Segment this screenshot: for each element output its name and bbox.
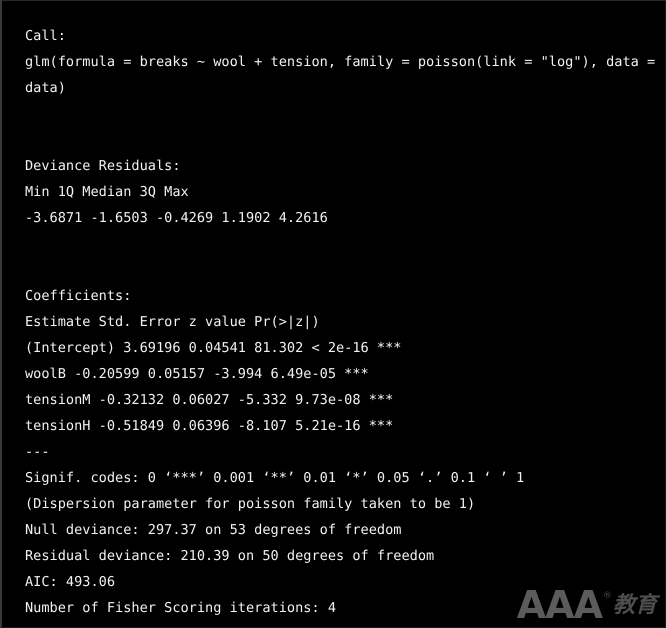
code-line: Deviance Residuals: [25, 158, 181, 174]
code-output-screen: Call: glm(formula = breaks ~ wool + tensi… [0, 0, 666, 628]
code-line: </code> [25, 621, 655, 627]
code-line: Number of Fisher Scoring iterations: 4 [25, 600, 336, 616]
code-line: Signif. codes: 0 ‘***’ 0.001 ‘**’ 0.01 ‘… [25, 470, 525, 486]
code-line: Null deviance: 297.37 on 53 degrees of f… [25, 522, 402, 538]
code-line: Estimate Std. Error z value Pr(>|z|) [25, 314, 320, 330]
code-line: AIC: 493.06 [25, 574, 116, 590]
code-line: Residual deviance: 210.39 on 50 degrees … [25, 548, 435, 564]
code-line: (Dispersion parameter for poisson family… [25, 496, 476, 512]
r-console-output[interactable]: Call: glm(formula = breaks ~ wool + tensi… [25, 23, 656, 627]
code-line: data) [25, 80, 66, 96]
code-line: -3.6871 -1.6503 -0.4269 1.1902 4.2616 [25, 210, 328, 226]
code-line: Call: [25, 28, 66, 44]
code-line: (Intercept) 3.69196 0.04541 81.302 < 2e-… [25, 340, 402, 356]
code-line: glm(formula = breaks ~ wool + tension, f… [25, 54, 656, 70]
code-line: tensionH -0.51849 0.06396 -8.107 5.21e-1… [25, 418, 394, 434]
code-line: Min 1Q Median 3Q Max [25, 184, 189, 200]
code-line: tensionM -0.32132 0.06027 -5.332 9.73e-0… [25, 392, 394, 408]
code-line: woolB -0.20599 0.05157 -3.994 6.49e-05 *… [25, 366, 369, 382]
code-line: Coefficients: [25, 288, 132, 304]
code-line: --- [25, 444, 50, 460]
